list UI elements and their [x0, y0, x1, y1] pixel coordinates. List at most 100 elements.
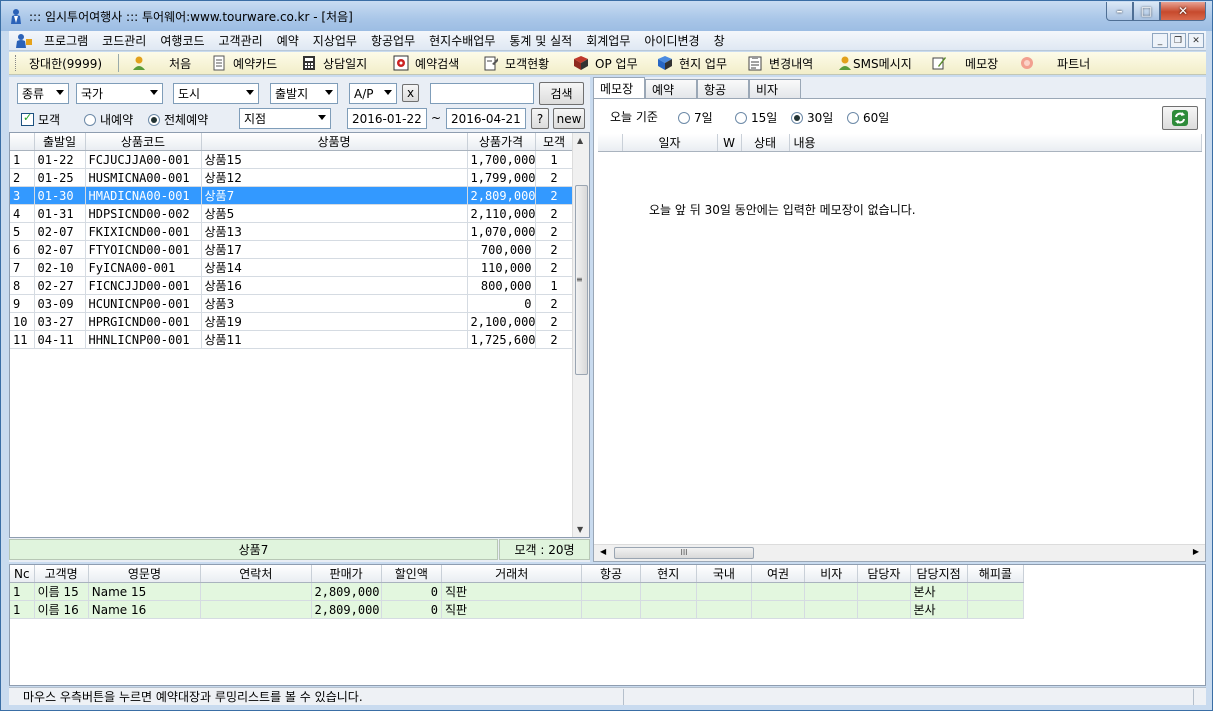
toolbar-change-history-button[interactable]: 변경내역: [741, 55, 831, 72]
menu-window[interactable]: 창: [707, 32, 732, 49]
date-from-input[interactable]: 2016-01-22: [347, 108, 427, 129]
minimize-button[interactable]: –: [1106, 2, 1133, 21]
customer-row[interactable]: 1 이름 16 Name 16 2,809,000 0 직판 본사: [10, 600, 1025, 619]
tab-memo[interactable]: 메모장: [593, 77, 645, 98]
product-row[interactable]: 7 02-10 FyICNA00-001 상품14 110,000 2: [10, 258, 574, 277]
menu-reservation[interactable]: 예약: [270, 32, 306, 49]
mdi-restore-button[interactable]: ❐: [1170, 33, 1186, 48]
branch-select[interactable]: 지점: [239, 108, 331, 129]
maximize-button[interactable]: □: [1133, 2, 1160, 21]
customer-col-discount[interactable]: 할인액: [381, 565, 442, 583]
product-row[interactable]: 2 01-25 HUSMICNA00-001 상품12 1,799,000 2: [10, 168, 574, 187]
menu-program[interactable]: 프로그램: [37, 32, 95, 49]
scroll-left-icon[interactable]: ◀: [600, 547, 606, 556]
search-button[interactable]: 검색: [539, 82, 584, 105]
menu-ground[interactable]: 지상업무: [306, 32, 364, 49]
product-row[interactable]: 3 01-30 HMADICNA00-001 상품7 2,809,000 2: [10, 186, 574, 205]
memo-col-date[interactable]: 일자: [622, 134, 718, 152]
toolbar-memo-button[interactable]: 메모장: [925, 55, 1013, 72]
memo-col-status[interactable]: 상태: [741, 134, 790, 152]
product-row[interactable]: 1 01-22 FCJUCJJA00-001 상품15 1,700,000 1: [10, 150, 574, 169]
toolbar-reservation-search-button[interactable]: 예약검색: [387, 55, 477, 72]
customer-col-branch[interactable]: 담당지점: [910, 565, 968, 583]
product-row[interactable]: 6 02-07 FTYOICND00-001 상품17 700,000 2: [10, 240, 574, 259]
col-no[interactable]: [10, 133, 35, 151]
toolbar-grip[interactable]: [15, 55, 18, 71]
menu-change-id[interactable]: 아이디변경: [637, 32, 706, 49]
customer-col-vendor[interactable]: 거래처: [441, 565, 583, 583]
mdi-minimize-button[interactable]: _: [1152, 33, 1168, 48]
date-to-input[interactable]: 2016-04-21: [446, 108, 526, 129]
toolbar-partner-button[interactable]: 파트너: [1013, 55, 1103, 72]
menu-customer[interactable]: 고객관리: [212, 32, 270, 49]
moaek-checkbox[interactable]: 모객: [21, 111, 60, 128]
new-button[interactable]: new: [553, 108, 585, 129]
menu-air[interactable]: 항공업무: [364, 32, 422, 49]
col-product-name[interactable]: 상품명: [201, 133, 468, 151]
title-bar[interactable]: ::: 임시투어여행사 ::: 투어웨어:www.tourware.co.kr …: [1, 1, 1212, 31]
menu-local-arrangement[interactable]: 현지수배업무: [422, 32, 502, 49]
product-row[interactable]: 10 03-27 HPRGICND00-001 상품19 2,100,000 2: [10, 312, 574, 331]
customer-col-sale-price[interactable]: 판매가: [311, 565, 382, 583]
customer-col-visa[interactable]: 비자: [804, 565, 859, 583]
tab-air[interactable]: 항공: [697, 79, 749, 98]
city-select[interactable]: 도시: [173, 83, 259, 104]
col-departure-date[interactable]: 출발일: [34, 133, 86, 151]
memo-col-blank[interactable]: [598, 134, 623, 152]
mdi-close-button[interactable]: ✕: [1188, 33, 1204, 48]
tab-reservation[interactable]: 예약: [645, 79, 697, 98]
customer-col-air[interactable]: 항공: [581, 565, 641, 583]
product-row[interactable]: 5 02-07 FKIXICND00-001 상품13 1,070,000 2: [10, 222, 574, 241]
customer-col-name[interactable]: 고객명: [34, 565, 89, 583]
toolbar-op-work-button[interactable]: OP 업무: [567, 55, 651, 72]
memo-col-content[interactable]: 내용: [789, 134, 1202, 152]
all-reservation-radio[interactable]: 전체예약: [148, 111, 208, 128]
scroll-up-icon[interactable]: ▲: [577, 136, 583, 145]
scroll-right-icon[interactable]: ▶: [1193, 547, 1199, 556]
customer-col-contact[interactable]: 연락처: [200, 565, 312, 583]
close-button[interactable]: ✕: [1160, 2, 1206, 21]
product-row[interactable]: 8 02-27 FICNCJJD00-001 상품16 800,000 1: [10, 276, 574, 295]
menu-travel-code[interactable]: 여행코드: [153, 32, 211, 49]
kind-select[interactable]: 종류: [17, 83, 69, 104]
clear-button[interactable]: x: [402, 84, 419, 102]
departure-select[interactable]: 출발지: [270, 83, 338, 104]
country-select[interactable]: 국가: [76, 83, 163, 104]
my-reservation-radio[interactable]: 내예약: [84, 111, 133, 128]
period-15-radio[interactable]: 15일: [735, 109, 777, 126]
col-product-price[interactable]: 상품가격: [467, 133, 536, 151]
search-input[interactable]: [430, 83, 534, 104]
customer-col-manager[interactable]: 담당자: [857, 565, 911, 583]
menu-code-management[interactable]: 코드관리: [95, 32, 153, 49]
customer-col-passport[interactable]: 여권: [751, 565, 806, 583]
memo-col-w[interactable]: W: [717, 134, 742, 152]
period-30-radio[interactable]: 30일: [791, 109, 833, 126]
col-product-code[interactable]: 상품코드: [85, 133, 202, 151]
period-7-radio[interactable]: 7일: [678, 109, 713, 126]
tab-visa[interactable]: 비자: [749, 79, 801, 98]
toolbar-recruit-status-button[interactable]: 모객현황: [477, 55, 567, 72]
col-recruit[interactable]: 모객: [535, 133, 574, 151]
menu-accounting[interactable]: 회계업무: [579, 32, 637, 49]
customer-col-no[interactable]: Nc: [10, 565, 35, 583]
customer-col-local[interactable]: 현지: [640, 565, 697, 583]
product-row[interactable]: 4 01-31 HDPSICND00-002 상품5 2,110,000 2: [10, 204, 574, 223]
product-row[interactable]: 9 03-09 HCUNICNP00-001 상품3 0 2: [10, 294, 574, 313]
toolbar-home-button[interactable]: 처음: [125, 55, 205, 72]
product-row[interactable]: 11 04-11 HHNLICNP00-001 상품11 1,725,600 2: [10, 330, 574, 349]
product-grid-scrollbar[interactable]: ▲ ≡ ▼: [572, 133, 589, 537]
scroll-down-icon[interactable]: ▼: [577, 525, 583, 534]
help-button[interactable]: ?: [531, 108, 549, 129]
period-60-radio[interactable]: 60일: [847, 109, 889, 126]
customer-col-domestic[interactable]: 국내: [696, 565, 752, 583]
hscroll-thumb[interactable]: III: [614, 547, 754, 559]
menu-statistics[interactable]: 통계 및 실적: [502, 32, 579, 49]
ap-select[interactable]: A/P: [349, 83, 397, 104]
toolbar-consult-log-button[interactable]: 상담일지: [295, 55, 387, 72]
refresh-button[interactable]: [1162, 106, 1198, 130]
toolbar-reservation-card-button[interactable]: 예약카드: [205, 55, 295, 72]
customer-col-english-name[interactable]: 영문명: [88, 565, 202, 583]
customer-col-happy-call[interactable]: 해피콜: [967, 565, 1025, 583]
memo-hscrollbar[interactable]: ◀ III ▶: [594, 544, 1205, 561]
customer-row[interactable]: 1 이름 15 Name 15 2,809,000 0 직판 본사: [10, 582, 1025, 601]
